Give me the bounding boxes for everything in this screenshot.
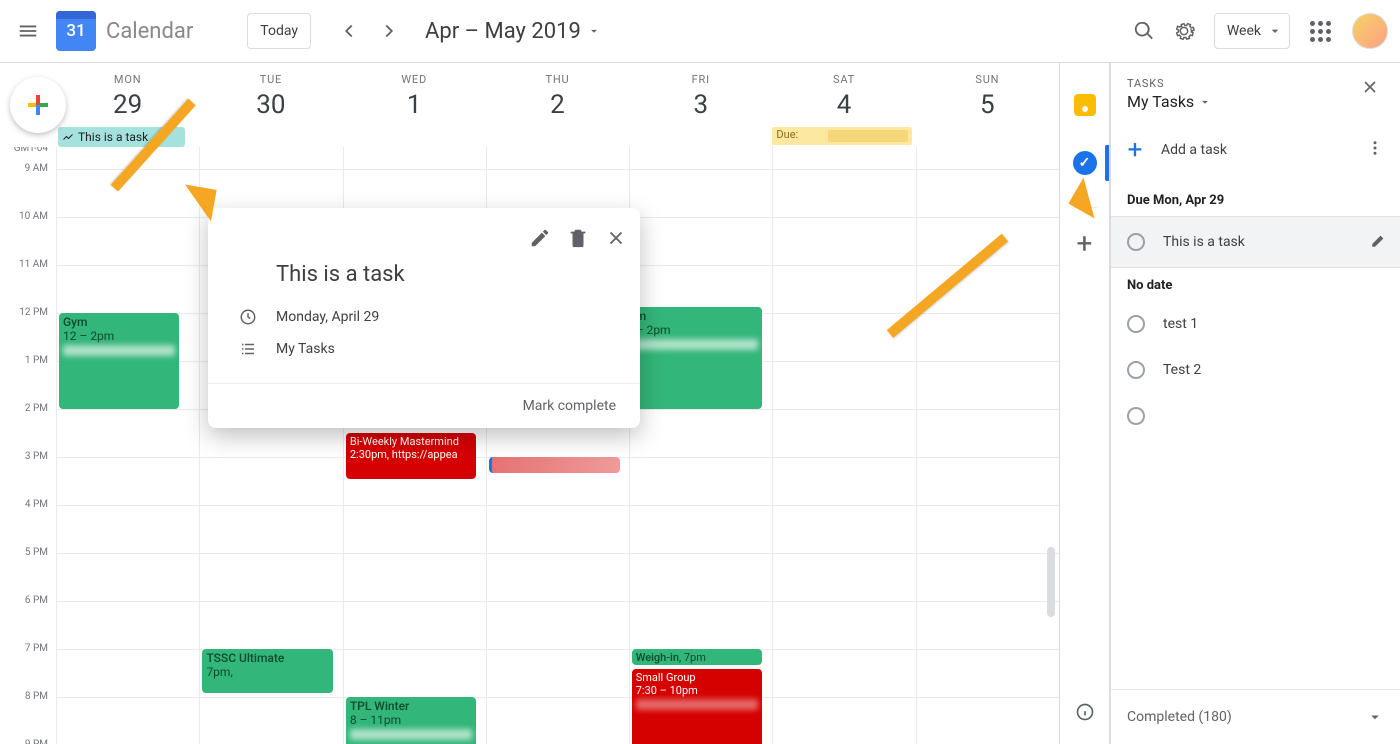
popup-date: Monday, April 29	[276, 309, 379, 325]
no-date-section-header: No date	[1111, 268, 1400, 301]
caret-down-icon	[1267, 23, 1283, 39]
more-vert-icon	[1366, 139, 1384, 157]
search-button[interactable]	[1124, 11, 1164, 51]
google-apps-button[interactable]	[1300, 11, 1340, 51]
pencil-icon	[1370, 231, 1388, 249]
timezone-label: GMT-04	[14, 147, 48, 154]
account-avatar[interactable]	[1352, 13, 1388, 49]
task-item[interactable]	[1111, 393, 1400, 439]
task-title: Test 2	[1163, 362, 1201, 378]
edit-task-inline-button[interactable]	[1370, 231, 1388, 253]
side-panel-rail: +	[1060, 63, 1110, 744]
event-tssc[interactable]: TSSC Ultimate 7pm,	[202, 649, 332, 693]
keep-button[interactable]	[1067, 87, 1103, 123]
next-period-button[interactable]	[369, 11, 409, 51]
view-picker-label: Week	[1227, 23, 1261, 39]
task-icon	[62, 131, 74, 143]
tasks-eyebrow: TASKS	[1127, 77, 1360, 90]
dow-label: MON	[56, 73, 199, 86]
clock-icon	[238, 307, 258, 327]
task-complete-toggle[interactable]	[1127, 361, 1145, 379]
allday-row: This is a task Due:	[56, 147, 1059, 169]
event-tpl[interactable]: TPL Winter 8 – 11pm	[346, 697, 476, 744]
pencil-icon	[529, 227, 551, 249]
close-popup-button[interactable]	[598, 220, 634, 256]
chevron-right-icon	[378, 20, 400, 42]
caret-down-icon	[1198, 95, 1212, 109]
close-icon	[605, 227, 627, 249]
task-item[interactable]: Test 2	[1111, 347, 1400, 393]
calendar-grid-area: MON29 TUE30 WED1 THU2 FRI3 SAT4 SUN5 Thi…	[0, 63, 1060, 744]
hamburger-icon	[17, 20, 39, 42]
tasks-list-picker[interactable]: My Tasks	[1127, 92, 1360, 111]
completed-section-toggle[interactable]: Completed (180)	[1111, 689, 1400, 744]
task-list-menu-button[interactable]	[1362, 135, 1388, 165]
plus-icon: +	[1123, 140, 1147, 160]
edit-task-button[interactable]	[522, 220, 558, 256]
event-gym[interactable]: Gym 12 – 2pm	[59, 313, 179, 409]
popup-list-name: My Tasks	[276, 341, 335, 357]
tasks-panel: TASKS My Tasks + Add a task Due Mon, Apr…	[1110, 63, 1400, 744]
task-title: test 1	[1163, 316, 1198, 332]
active-indicator	[1105, 145, 1109, 181]
task-complete-toggle[interactable]	[1127, 315, 1145, 333]
event-small-group[interactable]: Small Group 7:30 – 10pm	[632, 669, 762, 744]
main-menu-button[interactable]	[8, 11, 48, 51]
due-section-header: Due Mon, Apr 29	[1111, 183, 1400, 216]
trash-icon	[567, 227, 589, 249]
info-button[interactable]	[1067, 694, 1103, 730]
add-task-label: Add a task	[1161, 142, 1227, 158]
event-mastermind[interactable]: Bi-Weekly Mastermind 2:30pm, https://app…	[346, 433, 476, 479]
add-task-row[interactable]: + Add a task	[1111, 117, 1400, 183]
info-icon	[1075, 702, 1095, 722]
chevron-down-icon	[1366, 708, 1384, 726]
completed-label: Completed (180)	[1127, 709, 1232, 725]
mark-complete-button[interactable]: Mark complete	[208, 383, 640, 428]
calendar-logo: 31	[56, 11, 96, 51]
app-header: 31 Calendar Today Apr – May 2019 Week	[0, 0, 1400, 63]
allday-due-chip[interactable]: Due:	[772, 127, 911, 145]
app-title: Calendar	[106, 19, 193, 44]
event-weigh[interactable]: Weigh-in, 7pm	[632, 649, 762, 665]
event-block-fri-12[interactable]: m – 2pm	[632, 307, 762, 409]
event-thu-3pm[interactable]	[489, 457, 619, 473]
settings-button[interactable]	[1164, 11, 1204, 51]
task-detail-popup: This is a task Monday, April 29 My Tasks…	[208, 208, 640, 428]
date-range-picker[interactable]: Apr – May 2019	[425, 19, 601, 44]
keep-icon	[1074, 94, 1096, 116]
scrollbar[interactable]	[1047, 547, 1055, 617]
task-title: This is a task	[1163, 234, 1245, 250]
delete-task-button[interactable]	[560, 220, 596, 256]
date-range-text: Apr – May 2019	[425, 19, 581, 44]
view-picker[interactable]: Week	[1214, 13, 1290, 49]
caret-down-icon	[587, 24, 601, 38]
create-fab[interactable]	[10, 77, 66, 133]
apps-grid-icon	[1310, 21, 1331, 42]
close-icon	[1360, 77, 1380, 97]
task-complete-toggle[interactable]	[1127, 233, 1145, 251]
task-item[interactable]: This is a task	[1111, 216, 1400, 268]
search-icon	[1133, 20, 1155, 42]
chevron-left-icon	[338, 20, 360, 42]
tasks-icon	[1073, 151, 1097, 175]
close-tasks-panel[interactable]	[1360, 77, 1384, 101]
popup-title: This is a task	[208, 256, 640, 301]
list-icon	[238, 339, 258, 359]
task-item[interactable]: test 1	[1111, 301, 1400, 347]
gear-icon	[1173, 20, 1195, 42]
prev-period-button[interactable]	[329, 11, 369, 51]
tasks-button[interactable]	[1067, 145, 1103, 181]
today-button[interactable]: Today	[247, 13, 311, 49]
get-addons-button[interactable]: +	[1071, 230, 1099, 258]
task-complete-toggle[interactable]	[1127, 407, 1145, 425]
annotation-arrow-1	[179, 184, 216, 221]
